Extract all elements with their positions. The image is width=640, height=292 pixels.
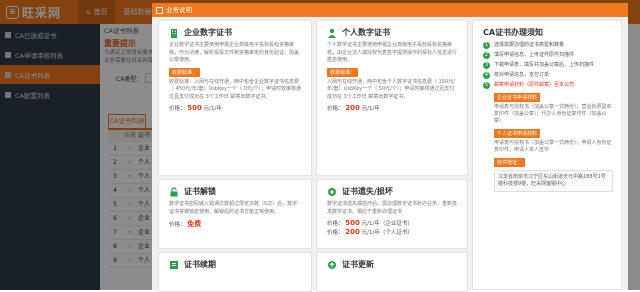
step-4: 4 核对申请信息，支付订单 — [483, 72, 550, 79]
card-description: 数字证书遗失或损坏后，需办理数字证书补办业务，重新签发数字证书。相应于重新办理证… — [327, 201, 458, 215]
address-heading: 收件地址： — [494, 158, 526, 167]
personal-materials-text: 申请表与授权书（加盖公章一式两份）；申请人身份证复印件，申请人本人签字 — [494, 140, 612, 153]
fee-text: 收费标准：入网与在线开通，两中包含企业数字证书信息费（ 450元/年/套）Usb… — [169, 78, 301, 100]
step-number-badge: 2 — [483, 52, 490, 59]
business-info-modal: 业务说明 企业数字证书 企业数字证书主要使用申报企业高级电子投标投标资格审核，作… — [152, 3, 628, 292]
modal-title: 业务说明 — [166, 6, 192, 14]
fee-text: 入网与在线开通，两中包含个人数字证书信息费（ 150元/年/套）UsbKey一个… — [327, 78, 455, 100]
mailing-address: 江苏省南京市江宁区东山街道天元中路188号1号楼科技楼9楼，旺采网客服中心 — [494, 170, 613, 192]
step-number-badge: 3 — [483, 62, 490, 69]
price-value: 500 — [187, 104, 202, 112]
repair-icon — [327, 187, 337, 197]
cert-lost-damaged-card[interactable]: 证书遗失/损坏 数字证书遗失或损坏后，需办理数字证书补办业务，重新签发数字证书。… — [316, 179, 468, 249]
price-value: 500 — [345, 219, 360, 227]
modal-header: 业务说明 — [152, 3, 628, 17]
cert-update-card[interactable]: 证书更新 — [316, 252, 468, 292]
step-number-badge: 4 — [483, 72, 490, 79]
card-title: 证书遗失/损坏 — [342, 187, 393, 196]
update-icon — [327, 260, 337, 270]
fee-badge: 收费标准： — [169, 67, 201, 77]
card-description: 个人数字证书主要使用申报企业高级电子投标投标资格审核，由企业法人或授权代表签字提… — [327, 42, 458, 63]
price-line: 价格： 免费 — [169, 220, 202, 228]
modal-body: 企业数字证书 企业数字证书主要使用申报企业高级电子投标投标资格审核，作为法律，解… — [152, 17, 628, 292]
unlock-icon — [169, 186, 179, 197]
step-number-badge: 1 — [483, 42, 490, 49]
cert-renewal-card[interactable]: 证书续期 — [158, 252, 312, 292]
card-title: 证书解锁 — [184, 187, 216, 196]
personal-cert-card[interactable]: 个人数字证书 个人数字证书主要使用申报企业高级电子投标投标资格审核，由企业法人或… — [316, 20, 468, 176]
building-icon — [169, 28, 179, 38]
enterprise-materials-text: 申请表与授权书（加盖公章一式两份）；营业执照副本复印件（加盖公章）；代办人身份证… — [494, 104, 612, 124]
card-title: 个人数字证书 — [342, 28, 390, 37]
price-value: 200 — [345, 228, 360, 236]
mail-materials-link[interactable]: 邮寄申请材料（原件邮寄）至本公司 — [494, 82, 574, 89]
fee-badge: 收费标准： — [327, 67, 359, 77]
card-description: 数字证书密码输入错误次数超过限定次数（5次）后，数字证书将被锁定使用，解锁后的证… — [169, 201, 298, 215]
person-icon — [327, 28, 337, 38]
price-line: 价格： 500 元/1/年 — [169, 104, 222, 112]
step-2: 2 填写申请信息，上传证件原件扫描件 — [483, 52, 575, 59]
card-title: 证书续期 — [184, 260, 216, 269]
step-5: 5 邮寄申请材料（原件邮寄）至本公司 — [483, 82, 613, 89]
cert-unlock-card[interactable]: 证书解锁 数字证书密码输入错误次数超过限定次数（5次）后，数字证书将被锁定使用，… — [158, 179, 312, 249]
enterprise-cert-card[interactable]: 企业数字证书 企业数字证书主要使用申报企业高级电子投标投标资格审核，作为法律，解… — [158, 20, 312, 176]
enterprise-materials-heading: 企业证书申请材料 — [494, 93, 541, 102]
card-title: 企业数字证书 — [184, 28, 232, 37]
price-value: 200 — [345, 104, 360, 112]
info-icon — [156, 6, 163, 14]
panel-title: CA证书办理须知 — [483, 28, 544, 37]
price-value: 免费 — [187, 220, 202, 228]
price-line-personal: 价格： 200 元/1/年（个人证书） — [327, 228, 413, 236]
step-number-badge: 5 — [483, 82, 490, 89]
step-3: 3 下载申请表，填写并加盖公章后，上传扫描件 — [483, 62, 595, 69]
renew-icon — [169, 260, 179, 270]
personal-materials-heading: 个人证书申请材料 — [494, 129, 541, 138]
price-line-enterprise: 价格： 500 元/1/年（企业证书） — [327, 219, 413, 227]
card-description: 企业数字证书主要使用申报企业高级电子投标投标资格审核，作为法律，解析投投文件和资… — [169, 42, 300, 63]
ca-notice-panel: CA证书办理须知 1 选择需要办理的证书类型和数量 2 填写申请信息，上传证件原… — [472, 20, 622, 290]
step-1: 1 选择需要办理的证书类型和数量 — [483, 42, 565, 49]
card-title: 证书更新 — [342, 260, 374, 269]
price-line: 价格： 200 元/1/年 — [327, 104, 380, 112]
